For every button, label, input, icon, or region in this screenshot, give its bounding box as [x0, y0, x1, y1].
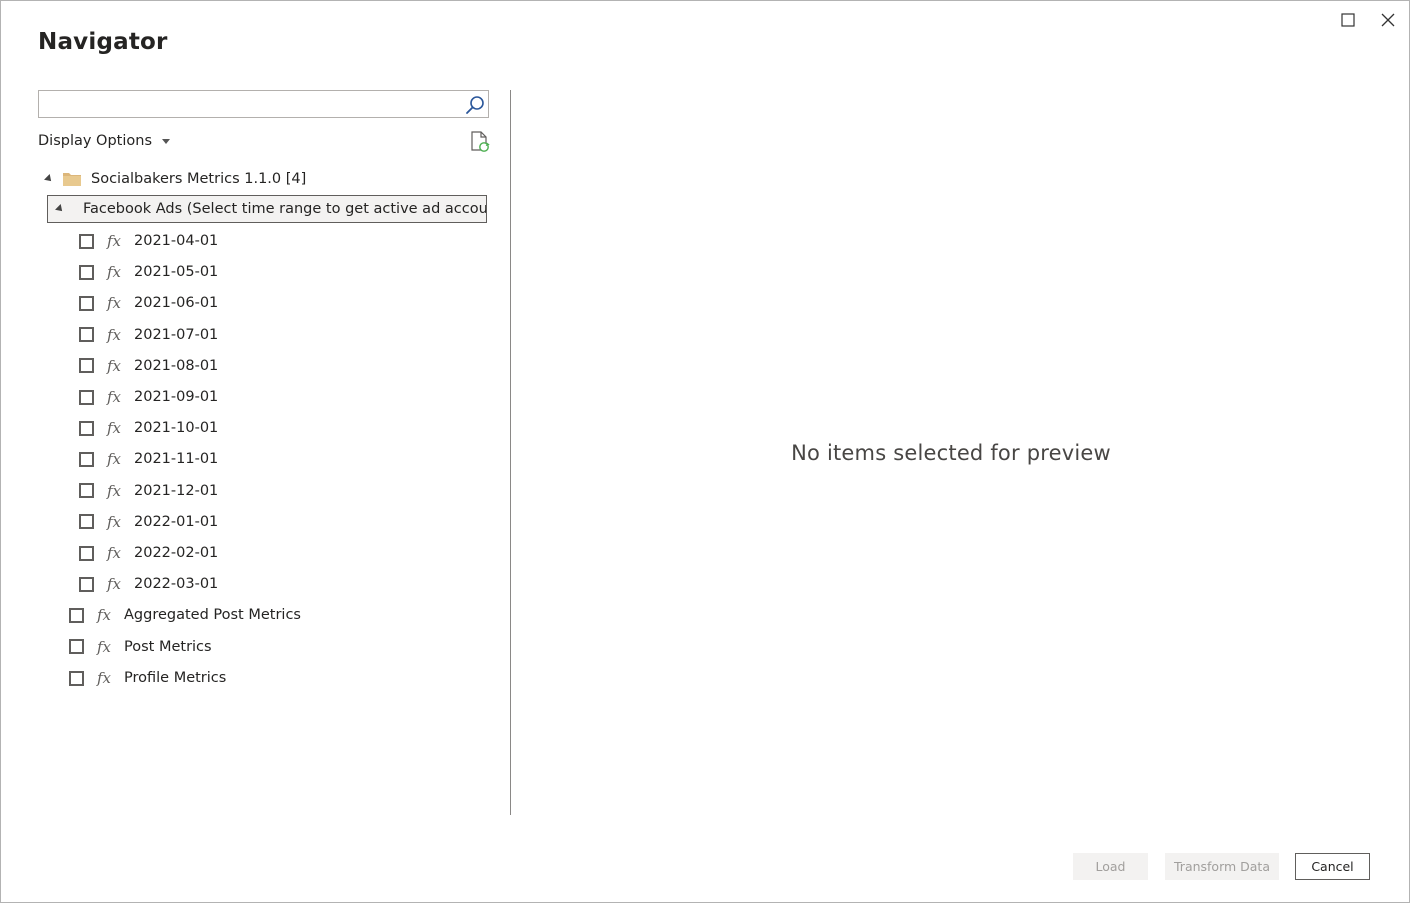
tree-item-function[interactable]: fx Post Metrics — [69, 633, 212, 661]
tree-node-facebook-ads[interactable]: Facebook Ads (Select time range to get a… — [47, 195, 487, 223]
function-icon: fx — [106, 356, 121, 375]
item-checkbox[interactable] — [79, 358, 94, 374]
folder-icon — [63, 173, 81, 186]
root-label: Socialbakers Metrics 1.1.0 [4] — [91, 171, 307, 187]
search-input[interactable] — [43, 92, 467, 118]
item-checkbox[interactable] — [79, 545, 94, 561]
function-icon: fx — [106, 512, 121, 531]
function-icon: fx — [106, 450, 121, 469]
item-checkbox[interactable] — [69, 639, 84, 654]
load-button[interactable]: Load — [1073, 853, 1148, 880]
tree-item-label: 2021-12-01 — [134, 482, 219, 499]
item-checkbox[interactable] — [79, 295, 94, 311]
dialog-title: Navigator — [38, 29, 168, 55]
close-button[interactable] — [1377, 9, 1399, 31]
tree-item-function[interactable]: fx Aggregated Post Metrics — [69, 601, 301, 629]
tree-item-label: 2022-01-01 — [134, 513, 219, 530]
item-checkbox[interactable] — [79, 327, 94, 343]
tree-item-label: 2021-11-01 — [134, 451, 219, 468]
expand-icon[interactable] — [44, 174, 54, 184]
function-icon: fx — [106, 294, 121, 313]
function-icon: fx — [106, 388, 121, 406]
tree-item-date[interactable]: fx 2021-06-01 — [79, 289, 218, 317]
tree-item-date[interactable]: fx 2022-02-01 — [79, 539, 218, 567]
item-checkbox[interactable] — [69, 670, 84, 686]
function-icon: fx — [96, 606, 111, 624]
refresh-document-icon[interactable] — [469, 130, 491, 154]
item-checkbox[interactable] — [79, 451, 94, 467]
navigator-window: Navigator Display Options Socialbakers M… — [0, 0, 1410, 903]
facebook-ads-label: Facebook Ads (Select time range to get a… — [83, 201, 487, 217]
tree-item-date[interactable]: fx 2021-05-01 — [79, 258, 218, 286]
tree-item-date[interactable]: fx 2022-01-01 — [79, 508, 218, 536]
tree-item-date[interactable]: fx 2021-11-01 — [79, 445, 218, 473]
tree-item-label: Post Metrics — [124, 638, 212, 655]
item-checkbox[interactable] — [79, 576, 94, 592]
tree-node-root[interactable]: Socialbakers Metrics 1.1.0 [4] — [43, 165, 306, 193]
tree-item-label: 2021-06-01 — [134, 295, 219, 312]
close-icon — [1381, 13, 1395, 27]
tree-item-date[interactable]: fx 2021-04-01 — [79, 227, 218, 255]
tree-item-label: 2021-04-01 — [134, 233, 219, 249]
tree-item-label: 2021-10-01 — [134, 420, 219, 437]
expand-icon[interactable] — [55, 204, 65, 214]
item-checkbox[interactable] — [79, 420, 94, 436]
item-checkbox[interactable] — [79, 514, 94, 530]
function-icon: fx — [106, 575, 121, 594]
item-checkbox[interactable] — [79, 264, 94, 280]
tree-item-label: 2022-03-01 — [134, 576, 219, 593]
tree-item-label: 2021-05-01 — [134, 264, 219, 281]
function-icon: fx — [106, 481, 121, 500]
tree-item-date[interactable]: fx 2021-12-01 — [79, 477, 218, 505]
transform-data-button[interactable]: Transform Data — [1165, 853, 1279, 880]
tree-item-label: 2022-02-01 — [134, 545, 219, 561]
function-icon: fx — [106, 419, 121, 438]
tree-item-label: 2021-08-01 — [134, 357, 219, 374]
tree-item-label: Aggregated Post Metrics — [124, 607, 301, 623]
function-icon: fx — [106, 544, 121, 562]
item-checkbox[interactable] — [79, 389, 94, 405]
function-icon: fx — [106, 263, 121, 282]
preview-empty-message: No items selected for preview — [791, 441, 1111, 465]
tree-item-date[interactable]: fx 2021-09-01 — [79, 383, 218, 411]
search-field[interactable] — [38, 90, 489, 118]
function-icon: fx — [96, 669, 111, 687]
item-checkbox[interactable] — [79, 233, 94, 249]
maximize-icon — [1341, 13, 1355, 27]
item-checkbox[interactable] — [69, 607, 84, 623]
tree-item-date[interactable]: fx 2022-03-01 — [79, 570, 218, 598]
tree-item-label: 2021-09-01 — [134, 389, 219, 405]
tree-item-date[interactable]: fx 2021-07-01 — [79, 321, 218, 349]
tree-item-function[interactable]: fx Profile Metrics — [69, 664, 226, 692]
maximize-button[interactable] — [1337, 9, 1359, 31]
tree-item-date[interactable]: fx 2021-08-01 — [79, 352, 218, 380]
function-icon: fx — [96, 637, 111, 656]
tree-item-date[interactable]: fx 2021-10-01 — [79, 414, 218, 442]
function-icon: fx — [106, 232, 121, 250]
item-checkbox[interactable] — [79, 483, 94, 499]
cancel-button[interactable]: Cancel — [1295, 853, 1370, 880]
tree-item-label: 2021-07-01 — [134, 326, 219, 343]
display-options-dropdown[interactable]: Display Options — [38, 131, 171, 151]
search-icon[interactable] — [464, 94, 486, 116]
tree-item-label: Profile Metrics — [124, 670, 227, 686]
display-options-label: Display Options — [38, 133, 153, 149]
chevron-down-icon — [162, 138, 171, 144]
function-icon: fx — [106, 325, 121, 344]
